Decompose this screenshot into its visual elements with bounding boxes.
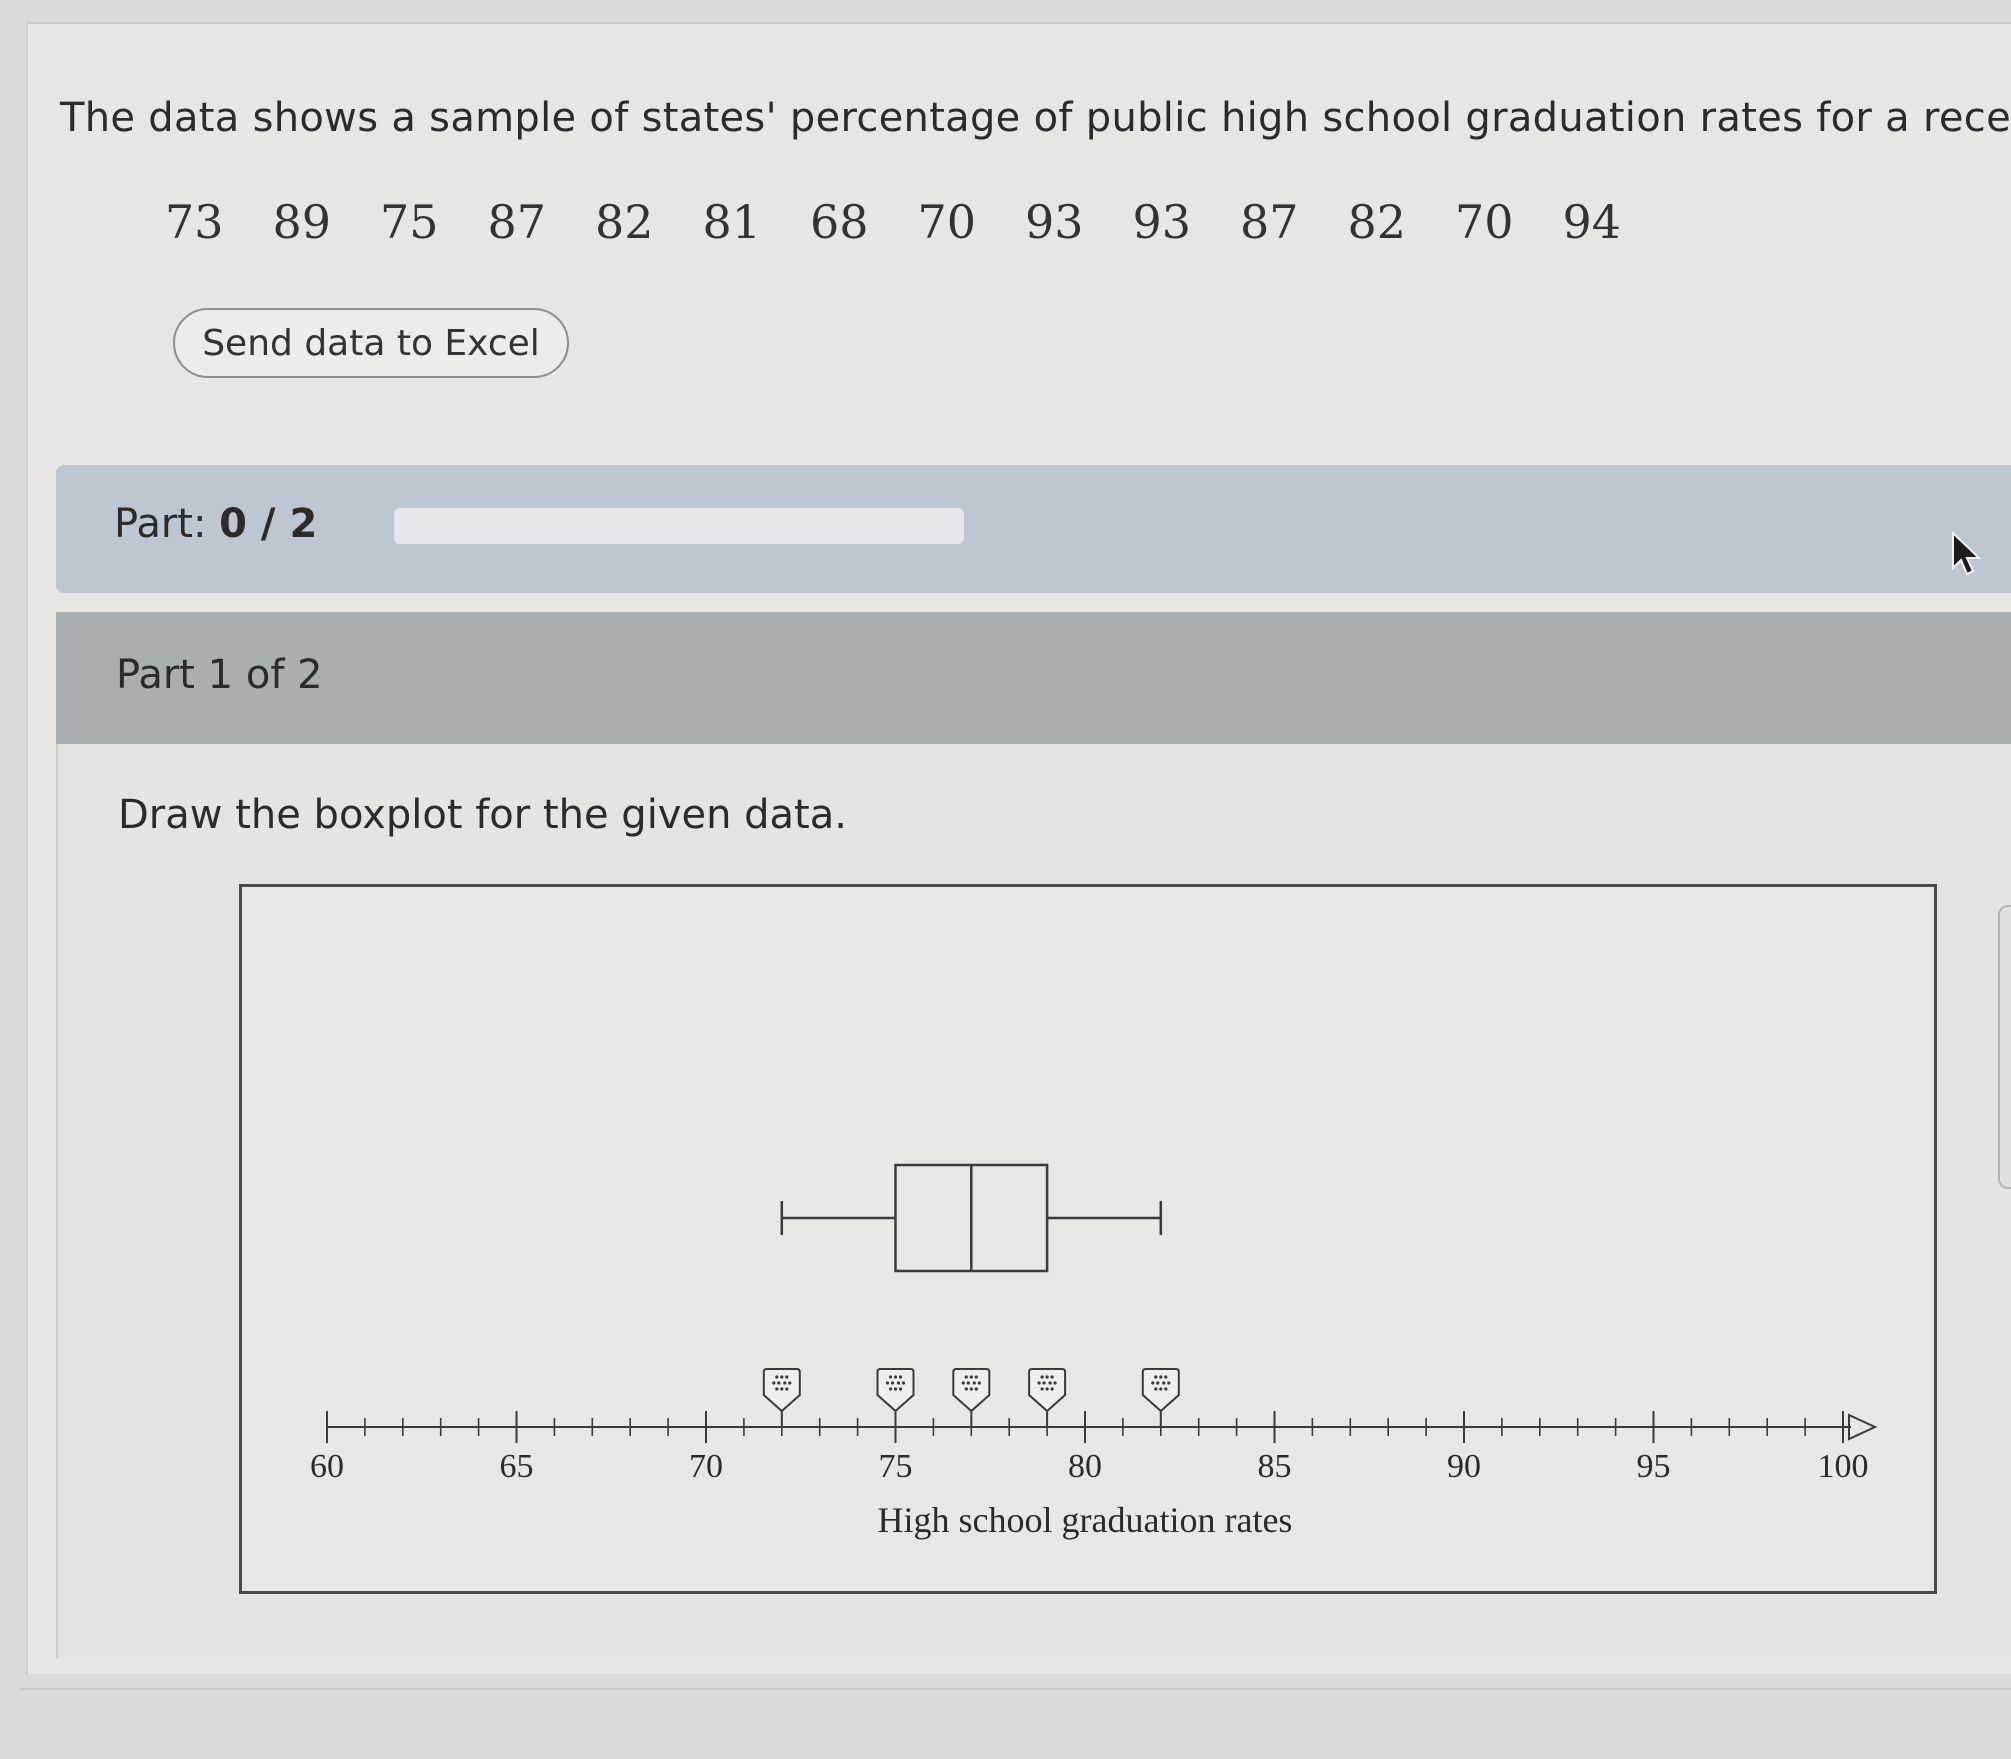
side-scroll-handle[interactable] xyxy=(1998,905,2011,1189)
data-value: 94 xyxy=(1562,195,1622,249)
boxplot-drawing-panel[interactable]: 60 65 70 75 80 85 90 95 100 High school graduatio… xyxy=(239,884,1937,1594)
drag-handle-icon[interactable] xyxy=(1028,1368,1067,1427)
data-value: 89 xyxy=(272,195,332,249)
part-prefix: Part: xyxy=(114,501,207,547)
data-value: 93 xyxy=(1132,195,1192,249)
x-axis-label: High school graduation rates xyxy=(878,1500,1293,1540)
x-tick-label: 95 xyxy=(1637,1448,1671,1485)
data-value: 73 xyxy=(165,195,224,249)
bottom-divider xyxy=(20,1688,2011,1690)
part-value: 0 / 2 xyxy=(219,501,318,547)
problem-statement: The data shows a sample of states' perce… xyxy=(60,95,2011,141)
x-tick-label: 85 xyxy=(1258,1448,1292,1485)
cursor-arrow-icon xyxy=(1950,530,1984,582)
part1-header-label: Part 1 of 2 xyxy=(116,652,323,698)
x-tick-label: 65 xyxy=(500,1448,534,1485)
part-progress-label: Part: 0 / 2 xyxy=(114,501,317,547)
drag-handle-icon[interactable] xyxy=(1141,1368,1180,1427)
x-tick-label: 100 xyxy=(1818,1448,1869,1485)
data-value: 75 xyxy=(380,195,439,249)
data-values-list: 73 89 75 87 82 81 68 70 93 93 87 82 70 94 xyxy=(165,195,1670,249)
part-progress-bar: Part: 0 / 2 xyxy=(56,465,2011,593)
x-tick-label: 80 xyxy=(1068,1448,1102,1485)
data-value: 87 xyxy=(1240,195,1299,249)
x-tick-label: 90 xyxy=(1447,1448,1481,1485)
data-value: 70 xyxy=(917,195,977,249)
x-axis-arrow-icon xyxy=(1848,1413,1878,1441)
data-value: 87 xyxy=(487,195,547,249)
part1-header: Part 1 of 2 xyxy=(56,612,2011,744)
data-value: 70 xyxy=(1455,195,1514,249)
boxplot-chart[interactable]: 60 65 70 75 80 85 90 95 100 High school graduatio… xyxy=(242,887,1934,1591)
x-tick-label: 75 xyxy=(879,1448,913,1485)
data-value: 93 xyxy=(1025,195,1084,249)
drag-handle-icon[interactable] xyxy=(952,1368,991,1427)
data-value: 81 xyxy=(702,195,762,249)
progress-track xyxy=(394,508,964,544)
drag-handle-icon[interactable] xyxy=(876,1368,915,1427)
part1-body: Draw the boxplot for the given data. 60 6… xyxy=(56,744,2011,1659)
data-value: 68 xyxy=(810,195,869,249)
data-value: 82 xyxy=(1347,195,1407,249)
x-tick-label: 70 xyxy=(689,1448,723,1485)
data-value: 82 xyxy=(595,195,654,249)
drag-handle-icon[interactable] xyxy=(762,1368,801,1427)
part1-instruction: Draw the boxplot for the given data. xyxy=(118,792,847,838)
send-to-excel-button[interactable]: Send data to Excel xyxy=(173,308,569,378)
x-tick-label: 60 xyxy=(310,1448,344,1485)
